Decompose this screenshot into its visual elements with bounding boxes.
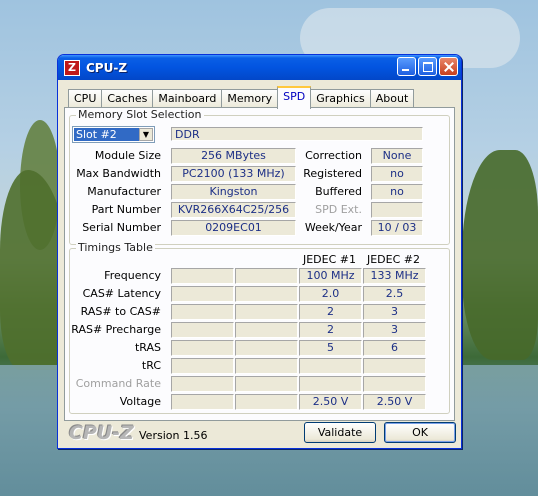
tab-graphics[interactable]: Graphics [310,89,371,108]
slot-select[interactable]: Slot #2 ▼ [72,126,155,143]
timing-cell: 2.5 [363,286,426,302]
timing-cell [171,394,234,410]
spd-ext-label: SPD Ext. [315,203,362,216]
serial-number-value: 0209EC01 [171,220,296,236]
timing-cell [171,376,234,392]
timing-cell: 3 [363,304,426,320]
memory-slot-group-label: Memory Slot Selection [76,108,204,121]
timing-label: CAS# Latency [82,287,161,300]
tab-spd[interactable]: SPD [277,86,312,109]
timing-cell: 133 MHz [363,268,426,284]
week-year-label: Week/Year [304,221,362,234]
part-number-label: Part Number [91,203,161,216]
timing-label: Frequency [104,269,161,282]
timing-cell [363,376,426,392]
max-bandwidth-value: PC2100 (133 MHz) [171,166,296,182]
registered-label: Registered [303,167,362,180]
buffered-label: Buffered [315,185,362,198]
close-button[interactable] [439,57,458,76]
title-bar[interactable]: Z CPU-Z [58,55,461,80]
maximize-button[interactable] [418,57,437,76]
tab-bar: CPU Caches Mainboard Memory SPD Graphics… [68,86,415,109]
cpuz-window: Z CPU-Z CPU Caches Mainboard Memory SPD … [57,54,462,449]
timing-cell [171,340,234,356]
correction-label: Correction [305,149,362,162]
timing-cell [235,394,298,410]
timing-cell: 2.50 V [299,394,362,410]
timing-cell [235,322,298,338]
tab-about[interactable]: About [369,89,415,108]
timing-cell: 5 [299,340,362,356]
jedec2-header: JEDEC #2 [366,253,420,266]
serial-number-label: Serial Number [82,221,161,234]
timing-cell [235,358,298,374]
tab-caches[interactable]: Caches [101,89,154,108]
max-bandwidth-label: Max Bandwidth [76,167,161,180]
timing-cell [171,286,234,302]
timing-label: tRAS [134,341,161,354]
manufacturer-label: Manufacturer [87,185,161,198]
timing-label: RAS# to CAS# [80,305,161,318]
timing-cell: 6 [363,340,426,356]
timing-cell: 3 [363,322,426,338]
timing-cell [171,322,234,338]
timing-label: tRC [141,359,161,372]
tab-cpu[interactable]: CPU [68,89,103,108]
timing-cell [299,358,362,374]
timing-cell: 2 [299,322,362,338]
timing-cell: 2.50 V [363,394,426,410]
background-tree [20,120,60,250]
timing-label: RAS# Precharge [71,323,161,336]
window-title: CPU-Z [86,60,128,75]
spd-ext-value [371,202,423,218]
memory-type-field: DDR [171,127,423,141]
cpuz-brand-logo: CPU-Z [69,422,134,444]
jedec1-header: JEDEC #1 [302,253,356,266]
correction-value: None [371,148,423,164]
timing-cell [299,376,362,392]
version-text: Version 1.56 [139,429,208,442]
timing-cell [235,304,298,320]
slot-select-value: Slot #2 [74,128,139,141]
timing-cell: 2 [299,304,362,320]
timing-cell [235,340,298,356]
module-size-label: Module Size [94,149,161,162]
footer-bar: CPU-Z Version 1.56 Validate OK [58,419,461,447]
part-number-value: KVR266X64C25/256 [171,202,296,218]
manufacturer-value: Kingston [171,184,296,200]
week-year-value: 10 / 03 [371,220,423,236]
timing-label: Voltage [119,395,161,408]
buffered-value: no [371,184,423,200]
timing-label: Command Rate [75,377,161,390]
timing-cell [235,286,298,302]
module-size-value: 256 MBytes [171,148,296,164]
tab-memory[interactable]: Memory [221,89,279,108]
tab-mainboard[interactable]: Mainboard [152,89,223,108]
minimize-button[interactable] [397,57,416,76]
timing-cell [171,268,234,284]
timing-cell [171,304,234,320]
app-icon: Z [64,59,80,76]
timing-cell: 2.0 [299,286,362,302]
background-tree [462,150,538,360]
timing-cell [171,358,234,374]
timings-group-label: Timings Table [76,241,155,254]
chevron-down-icon[interactable]: ▼ [139,128,153,141]
timing-cell [235,376,298,392]
ok-button[interactable]: OK [384,422,456,443]
registered-value: no [371,166,423,182]
timing-cell [235,268,298,284]
validate-button[interactable]: Validate [304,422,376,443]
timing-cell: 100 MHz [299,268,362,284]
timing-cell [363,358,426,374]
